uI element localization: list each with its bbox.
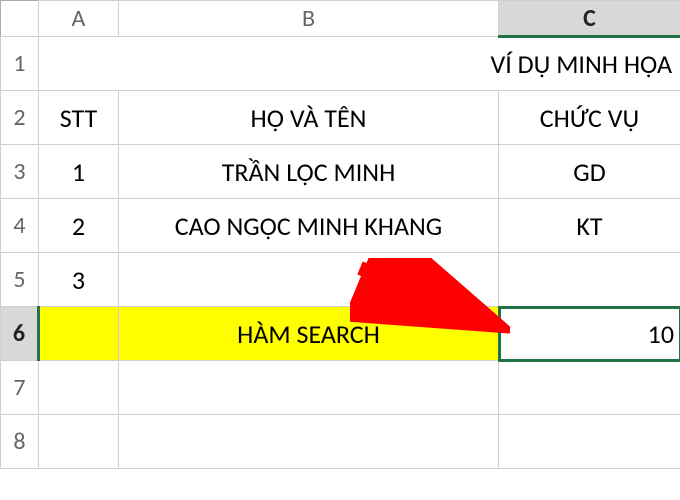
cell-C2[interactable]: CHỨC VỤ <box>499 91 680 145</box>
col-header-B[interactable]: B <box>119 1 499 37</box>
row-6: 6 HÀM SEARCH 10 <box>1 307 680 361</box>
row-4: 4 2 CAO NGỌC MINH KHANG KT <box>1 199 680 253</box>
cell-B6[interactable]: HÀM SEARCH <box>119 307 499 361</box>
cell-title[interactable]: VÍ DỤ MINH HỌA <box>39 37 680 91</box>
row-7: 7 <box>1 361 680 415</box>
cell-B7[interactable] <box>119 361 499 415</box>
row-header-3[interactable]: 3 <box>1 145 39 199</box>
row-header-1[interactable]: 1 <box>1 37 39 91</box>
cell-C7[interactable] <box>499 361 680 415</box>
cell-B8[interactable] <box>119 415 499 469</box>
row-5: 5 3 <box>1 253 680 307</box>
row-header-2[interactable]: 2 <box>1 91 39 145</box>
row-header-8[interactable]: 8 <box>1 415 39 469</box>
cell-A6[interactable] <box>39 307 119 361</box>
cell-A8[interactable] <box>39 415 119 469</box>
row-2: 2 STT HỌ VÀ TÊN CHỨC VỤ <box>1 91 680 145</box>
col-header-C[interactable]: C <box>499 1 680 37</box>
row-header-6[interactable]: 6 <box>1 307 39 361</box>
cell-C5[interactable] <box>499 253 680 307</box>
cell-B4[interactable]: CAO NGỌC MINH KHANG <box>119 199 499 253</box>
cell-A4[interactable]: 2 <box>39 199 119 253</box>
cell-A5[interactable]: 3 <box>39 253 119 307</box>
row-header-4[interactable]: 4 <box>1 199 39 253</box>
cell-C3[interactable]: GD <box>499 145 680 199</box>
cell-B3[interactable]: TRẦN LỘC MINH <box>119 145 499 199</box>
cell-C4[interactable]: KT <box>499 199 680 253</box>
spreadsheet: A B C 1 VÍ DỤ MINH HỌA 2 STT HỌ VÀ TÊN C… <box>0 0 680 500</box>
row-1: 1 VÍ DỤ MINH HỌA <box>1 37 680 91</box>
cell-C8[interactable] <box>499 415 680 469</box>
cell-B2[interactable]: HỌ VÀ TÊN <box>119 91 499 145</box>
cell-A3[interactable]: 1 <box>39 145 119 199</box>
cell-C6[interactable]: 10 <box>499 307 680 361</box>
grid[interactable]: A B C 1 VÍ DỤ MINH HỌA 2 STT HỌ VÀ TÊN C… <box>0 0 680 469</box>
cell-A7[interactable] <box>39 361 119 415</box>
row-3: 3 1 TRẦN LỘC MINH GD <box>1 145 680 199</box>
row-header-7[interactable]: 7 <box>1 361 39 415</box>
cell-A2[interactable]: STT <box>39 91 119 145</box>
col-header-A[interactable]: A <box>39 1 119 37</box>
row-header-5[interactable]: 5 <box>1 253 39 307</box>
column-header-row: A B C <box>1 1 680 37</box>
row-8: 8 <box>1 415 680 469</box>
cell-B5[interactable] <box>119 253 499 307</box>
select-all-corner[interactable] <box>1 1 39 37</box>
